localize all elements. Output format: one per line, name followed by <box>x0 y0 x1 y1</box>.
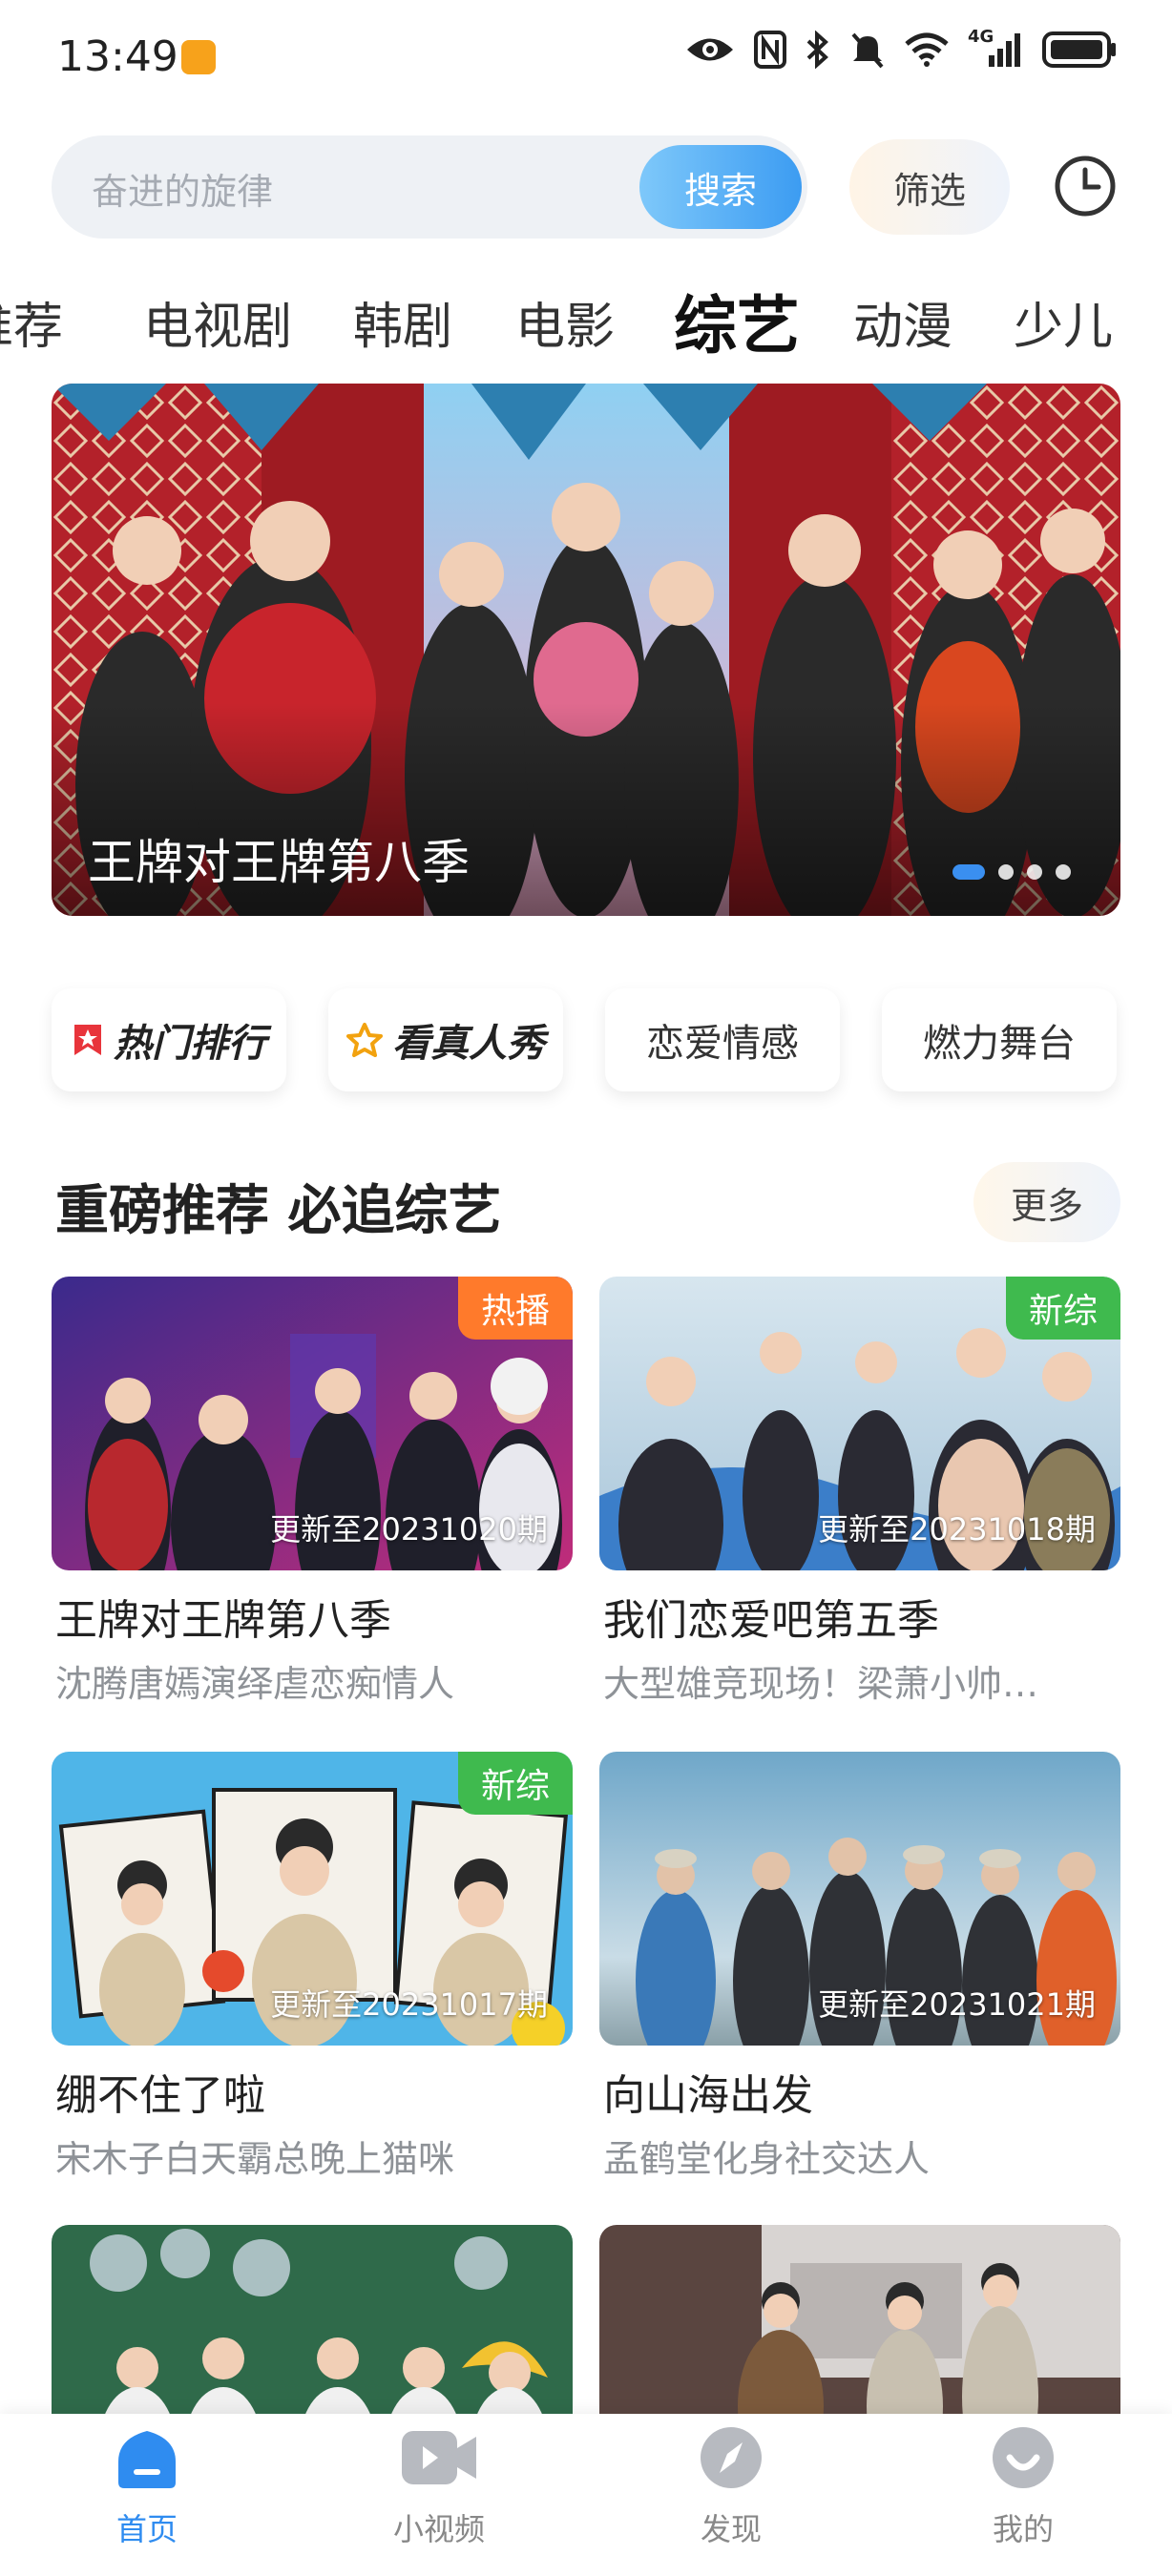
star-icon <box>346 1023 383 1057</box>
card-title[interactable]: 向山海出发 <box>603 2061 813 2122</box>
search-button[interactable]: 搜索 <box>639 145 802 229</box>
chip-hot-ranking[interactable]: 热门排行 <box>52 988 286 1091</box>
video-icon <box>402 2431 476 2484</box>
nav-label: 我的 <box>992 2511 1054 2547</box>
card-update: 更新至20231018期 <box>818 1511 1096 1548</box>
section-title: 重磅推荐 必追综艺 <box>55 1180 502 1242</box>
variety-card[interactable]: 热播 更新至20231020期 <box>52 1277 573 1570</box>
chip-label: 恋爱情感 <box>646 1022 799 1066</box>
bluetooth-icon <box>806 31 828 69</box>
variety-card[interactable]: 新综 更新至20231018期 <box>599 1277 1120 1570</box>
card-subtitle: 大型雄竞现场！梁萧小帅… <box>603 1663 1039 1705</box>
card-title[interactable]: 我们恋爱吧第五季 <box>603 1586 939 1647</box>
nav-label: 小视频 <box>392 2511 485 2547</box>
category-tabs: 推荐 电视剧 韩剧 电影 综艺 动漫 少儿 <box>0 275 1153 361</box>
card-subtitle: 宋木子白天霸总晚上猫咪 <box>55 2138 455 2180</box>
signal-icon: 4G <box>968 27 1023 69</box>
pager-dot <box>1027 864 1042 880</box>
chip-label: 看真人秀 <box>392 1022 545 1066</box>
filter-button[interactable]: 筛选 <box>849 139 1010 235</box>
banner-title: 王牌对王牌第八季 <box>88 835 470 890</box>
compass-icon <box>701 2427 762 2488</box>
mute-icon <box>851 32 884 69</box>
card-title[interactable]: 王牌对王牌第八季 <box>55 1586 391 1647</box>
card-tag: 新综 <box>1005 1277 1120 1340</box>
card-update: 更新至20231020期 <box>270 1511 548 1548</box>
history-icon[interactable] <box>1054 155 1117 218</box>
nav-home[interactable]: 首页 <box>61 2423 233 2549</box>
chip-romance[interactable]: 恋爱情感 <box>605 988 840 1091</box>
card-subtitle: 孟鹤堂化身社交达人 <box>603 2138 931 2180</box>
card-tag: 热播 <box>457 1277 573 1340</box>
tab-variety[interactable]: 综艺 <box>674 275 800 361</box>
battery-icon <box>1042 31 1116 68</box>
bookmark-icon <box>74 1025 101 1055</box>
nav-short-video[interactable]: 小视频 <box>353 2423 525 2549</box>
chip-label: 热门排行 <box>114 1022 266 1066</box>
app-notification-icon <box>181 40 216 74</box>
status-time: 13:49 <box>57 32 178 81</box>
pager-dot <box>1056 864 1071 880</box>
card-tag: 新综 <box>457 1752 573 1815</box>
nfc-icon <box>754 31 786 69</box>
card-update: 更新至20231017期 <box>270 1986 548 2023</box>
more-button[interactable]: 更多 <box>973 1162 1120 1242</box>
nav-label: 发现 <box>700 2511 762 2547</box>
nav-profile[interactable]: 我的 <box>937 2423 1109 2549</box>
tab-korean-drama[interactable]: 韩剧 <box>353 286 452 358</box>
tab-movies[interactable]: 电影 <box>515 286 615 358</box>
tab-kids[interactable]: 少儿 <box>1014 286 1113 358</box>
eye-icon <box>687 38 733 61</box>
search-placeholder: 奋进的旋律 <box>92 171 274 213</box>
nav-label: 首页 <box>115 2511 178 2547</box>
chip-label: 燃力舞台 <box>923 1022 1076 1066</box>
variety-card[interactable]: 更新至20231021期 <box>599 1752 1120 2046</box>
wifi-icon <box>905 32 949 67</box>
nav-discover[interactable]: 发现 <box>645 2423 817 2549</box>
pager-dot-active <box>952 864 985 880</box>
variety-card[interactable]: 新综 更新至20231017期 <box>52 1752 573 2046</box>
tab-tv-series[interactable]: 电视剧 <box>143 286 292 358</box>
tab-recommend[interactable]: 推荐 <box>0 286 63 358</box>
card-title[interactable]: 绷不住了啦 <box>55 2061 265 2122</box>
chip-reality-show[interactable]: 看真人秀 <box>328 988 563 1091</box>
status-icons: 4G <box>685 27 1119 69</box>
banner-pager <box>952 864 1071 880</box>
profile-icon <box>993 2427 1054 2488</box>
card-subtitle: 沈腾唐嫣演绎虐恋痴情人 <box>55 1663 455 1705</box>
tab-anime[interactable]: 动漫 <box>853 286 952 358</box>
chip-dance-stage[interactable]: 燃力舞台 <box>882 988 1117 1091</box>
home-icon <box>118 2431 176 2488</box>
card-update: 更新至20231021期 <box>818 1986 1096 2023</box>
pager-dot <box>998 864 1014 880</box>
